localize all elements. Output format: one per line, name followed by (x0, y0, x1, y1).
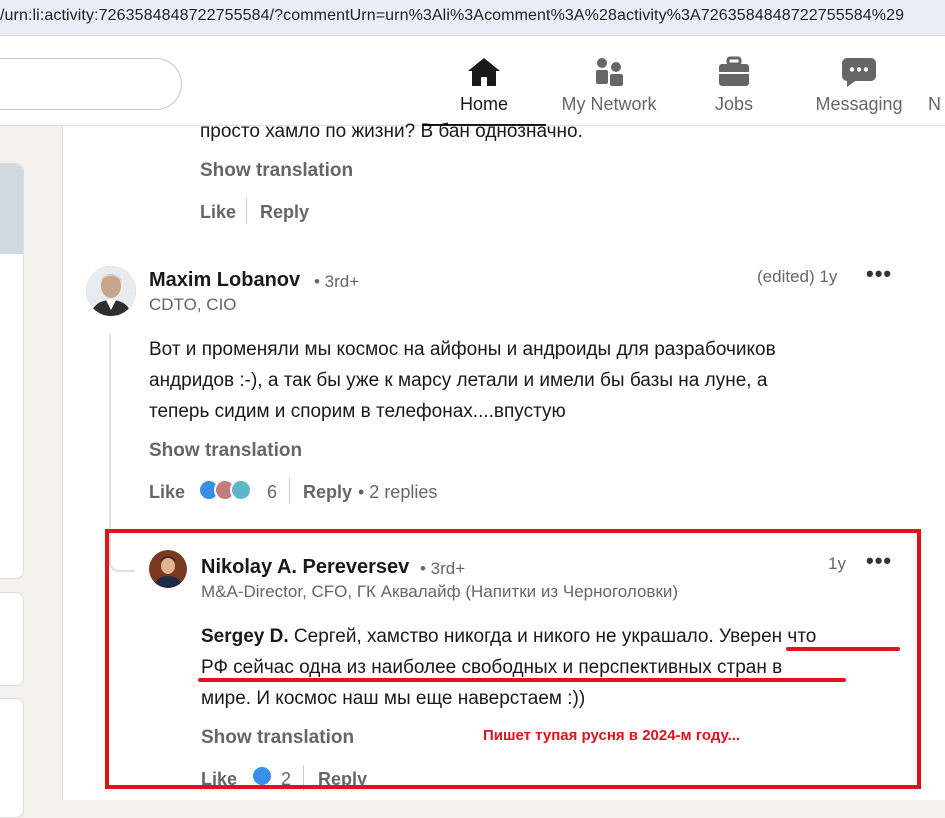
show-translation-link[interactable]: Show translation (149, 435, 302, 466)
comment-text-line: теперь сидим и спорим в телефонах....впу… (149, 401, 566, 422)
reply-button[interactable]: Reply (303, 482, 352, 503)
more-options-icon[interactable]: ••• (866, 261, 892, 287)
divider (246, 198, 247, 224)
divider (289, 478, 290, 504)
home-icon (466, 56, 502, 93)
nav-my-network[interactable]: My Network (548, 36, 670, 126)
funny-reaction-icon (230, 479, 252, 501)
messaging-icon (841, 56, 877, 93)
annotation-text: Пишет тупая русня в 2024-м году... (483, 727, 741, 744)
underline-mark (198, 678, 846, 682)
nav-jobs[interactable]: Jobs (682, 36, 786, 126)
top-navigation: Home My Network Jobs Messaging N (0, 36, 945, 127)
profile-card-banner (0, 164, 23, 254)
nav-notifications[interactable]: N (928, 36, 945, 126)
like-button[interactable]: Like (200, 202, 236, 223)
highlight-box (105, 529, 921, 789)
comment-text-line: Вот и променяли мы космос на айфоны и ан… (149, 339, 776, 360)
browser-url-bar[interactable]: /urn:li:activity:7263584848722755584/?co… (0, 0, 945, 36)
reactions-count[interactable]: 6 (267, 482, 277, 503)
briefcase-icon (717, 56, 751, 93)
reply-button[interactable]: Reply (260, 202, 309, 223)
connection-degree: • 3rd+ (314, 272, 360, 291)
comment-text: просто хамло по жизни? В бан однозначно. (200, 121, 583, 142)
left-side-card (0, 698, 24, 818)
replies-count[interactable]: • 2 replies (358, 482, 437, 503)
show-translation-link[interactable]: Show translation (200, 155, 353, 186)
underline-mark (786, 647, 900, 651)
nav-messaging[interactable]: Messaging (806, 36, 912, 126)
reactions-summary[interactable] (198, 479, 262, 505)
avatar[interactable] (86, 266, 136, 316)
comment-timestamp: (edited) 1y (757, 267, 838, 286)
comment-author[interactable]: Maxim Lobanov (149, 269, 300, 292)
like-button[interactable]: Like (149, 482, 185, 503)
nav-home[interactable]: Home (422, 36, 546, 127)
my-network-icon (592, 56, 626, 93)
author-headline: CDTO, CIO (149, 295, 237, 314)
comment-text-line: андридов :-), а так бы уже к марсу летал… (149, 370, 768, 391)
search-input[interactable] (0, 58, 182, 110)
left-side-card (0, 592, 24, 686)
left-profile-card (0, 163, 24, 579)
url-text[interactable]: /urn:li:activity:7263584848722755584/?co… (0, 7, 904, 25)
